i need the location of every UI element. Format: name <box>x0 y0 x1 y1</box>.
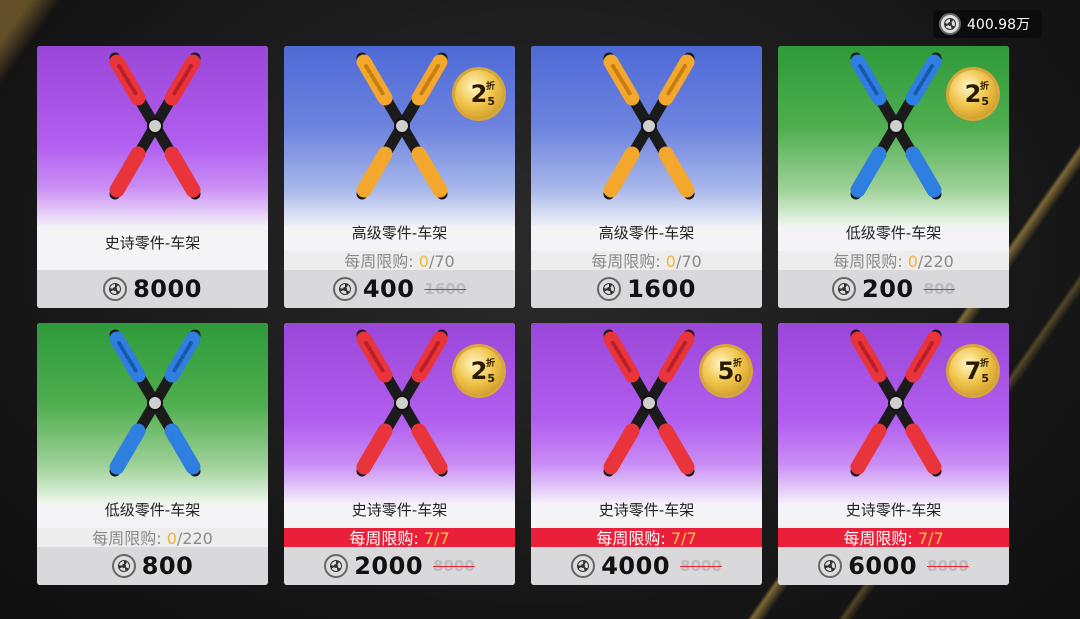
item-art <box>531 46 762 226</box>
original-price: 8000 <box>927 557 969 575</box>
coin-icon <box>571 554 596 578</box>
limit-total: /7 <box>681 529 697 548</box>
coin-icon <box>597 277 622 301</box>
discount-value: 5 <box>717 357 735 385</box>
shop-item-card[interactable]: 2 折 5 高级零件-车架每周限购: 0/70 400 1600 <box>284 46 515 308</box>
item-art <box>37 323 268 503</box>
frame-part-icon <box>603 52 695 200</box>
limit-label: 每周限购: <box>591 252 661 271</box>
coin-icon <box>832 277 857 301</box>
discount-decimal: 0 <box>734 372 742 385</box>
item-art <box>37 46 268 226</box>
limit-total: /70 <box>428 252 455 271</box>
discount-badge: 2折 5 <box>455 347 503 395</box>
item-name: 高级零件-车架 <box>598 224 695 242</box>
discount-unit: 折 <box>485 82 495 92</box>
coin-icon <box>103 277 128 301</box>
discount-badge: 2折 5 <box>949 70 997 118</box>
limit-used: 7 <box>917 529 929 548</box>
limit-label: 每周限购: <box>92 529 162 548</box>
discount-unit: 折 <box>979 359 989 369</box>
limit-total: /70 <box>675 252 702 271</box>
shop-item-card[interactable]: 高级零件-车架每周限购: 0/70 1600 <box>531 46 762 308</box>
discount-value: 2 <box>470 80 488 108</box>
price-value: 2000 <box>354 552 424 580</box>
coin-icon <box>939 13 961 35</box>
discount-decimal: 5 <box>981 95 989 108</box>
price-value: 6000 <box>848 552 918 580</box>
shop-item-card[interactable]: 5 折 0 史诗零件-车架 每周限购: 7/7 4000 8000 <box>531 323 762 585</box>
buy-button[interactable]: 1600 <box>531 270 762 308</box>
item-name: 史诗零件-车架 <box>845 501 942 519</box>
limit-used: 0 <box>907 252 918 271</box>
item-name: 史诗零件-车架 <box>104 234 201 252</box>
price-value: 4000 <box>601 552 671 580</box>
frame-part-icon <box>109 329 201 477</box>
discount-decimal: 5 <box>981 372 989 385</box>
limit-label: 每周限购: <box>833 252 903 271</box>
discount-value: 7 <box>964 357 982 385</box>
limit-total: /220 <box>176 529 213 548</box>
discount-decimal: 5 <box>487 95 495 108</box>
discount-badge: 5折 0 <box>702 347 750 395</box>
coin-icon <box>111 554 136 578</box>
limit-label: 每周限购: <box>596 529 666 548</box>
original-price: 8000 <box>433 557 475 575</box>
buy-button[interactable]: 200 800 <box>778 270 1009 308</box>
buy-button[interactable]: 400 1600 <box>284 270 515 308</box>
item-name: 低级零件-车架 <box>845 224 942 242</box>
item-name: 史诗零件-车架 <box>351 501 448 519</box>
limit-used: 7 <box>670 529 682 548</box>
coin-icon <box>818 554 843 578</box>
original-price: 8000 <box>680 557 722 575</box>
discount-decimal: 5 <box>487 372 495 385</box>
shop-item-card[interactable]: 7 折 5 史诗零件-车架 每周限购: 7/7 6000 8000 <box>778 323 1009 585</box>
shop-item-card[interactable]: 史诗零件-车架 8000 <box>37 46 268 308</box>
buy-button[interactable]: 2000 8000 <box>284 547 515 585</box>
discount-value: 2 <box>470 357 488 385</box>
price-value: 800 <box>141 552 194 580</box>
limit-label: 每周限购: <box>344 252 414 271</box>
discount-badge: 2折 5 <box>455 70 503 118</box>
discount-value: 2 <box>964 80 982 108</box>
item-name: 低级零件-车架 <box>104 501 201 519</box>
discount-unit: 折 <box>979 82 989 92</box>
price-value: 200 <box>862 275 914 303</box>
shop-item-card[interactable]: 2 折 5 低级零件-车架每周限购: 0/220 200 800 <box>778 46 1009 308</box>
limit-total: /7 <box>928 529 944 548</box>
limit-total: /7 <box>434 529 450 548</box>
original-price: 800 <box>923 280 955 298</box>
discount-badge: 7折 5 <box>949 347 997 395</box>
limit-used: 0 <box>418 252 429 271</box>
currency-amount: 400.98万 <box>967 17 1030 33</box>
shop-item-card[interactable]: 低级零件-车架每周限购: 0/220 800 <box>37 323 268 585</box>
discount-unit: 折 <box>485 359 495 369</box>
buy-button[interactable]: 6000 8000 <box>778 547 1009 585</box>
price-value: 8000 <box>133 275 202 303</box>
limit-label: 每周限购: <box>349 529 419 548</box>
price-value: 400 <box>362 275 415 303</box>
item-name: 史诗零件-车架 <box>598 501 695 519</box>
coin-icon <box>332 277 357 301</box>
buy-button[interactable]: 800 <box>37 547 268 585</box>
coin-icon <box>324 554 349 578</box>
item-name: 高级零件-车架 <box>351 224 448 242</box>
shop-item-card[interactable]: 2 折 5 史诗零件-车架 每周限购: 7/7 2000 8000 <box>284 323 515 585</box>
discount-unit: 折 <box>732 359 742 369</box>
price-value: 1600 <box>627 275 696 303</box>
buy-button[interactable]: 4000 8000 <box>531 547 762 585</box>
limit-used: 0 <box>665 252 676 271</box>
limit-total: /220 <box>917 252 954 271</box>
original-price: 1600 <box>424 280 467 298</box>
buy-button[interactable]: 8000 <box>37 270 268 308</box>
currency-display: 400.98万 <box>933 10 1042 38</box>
limit-used: 7 <box>423 529 435 548</box>
limit-used: 0 <box>166 529 177 548</box>
limit-label: 每周限购: <box>843 529 913 548</box>
frame-part-icon <box>109 52 201 200</box>
